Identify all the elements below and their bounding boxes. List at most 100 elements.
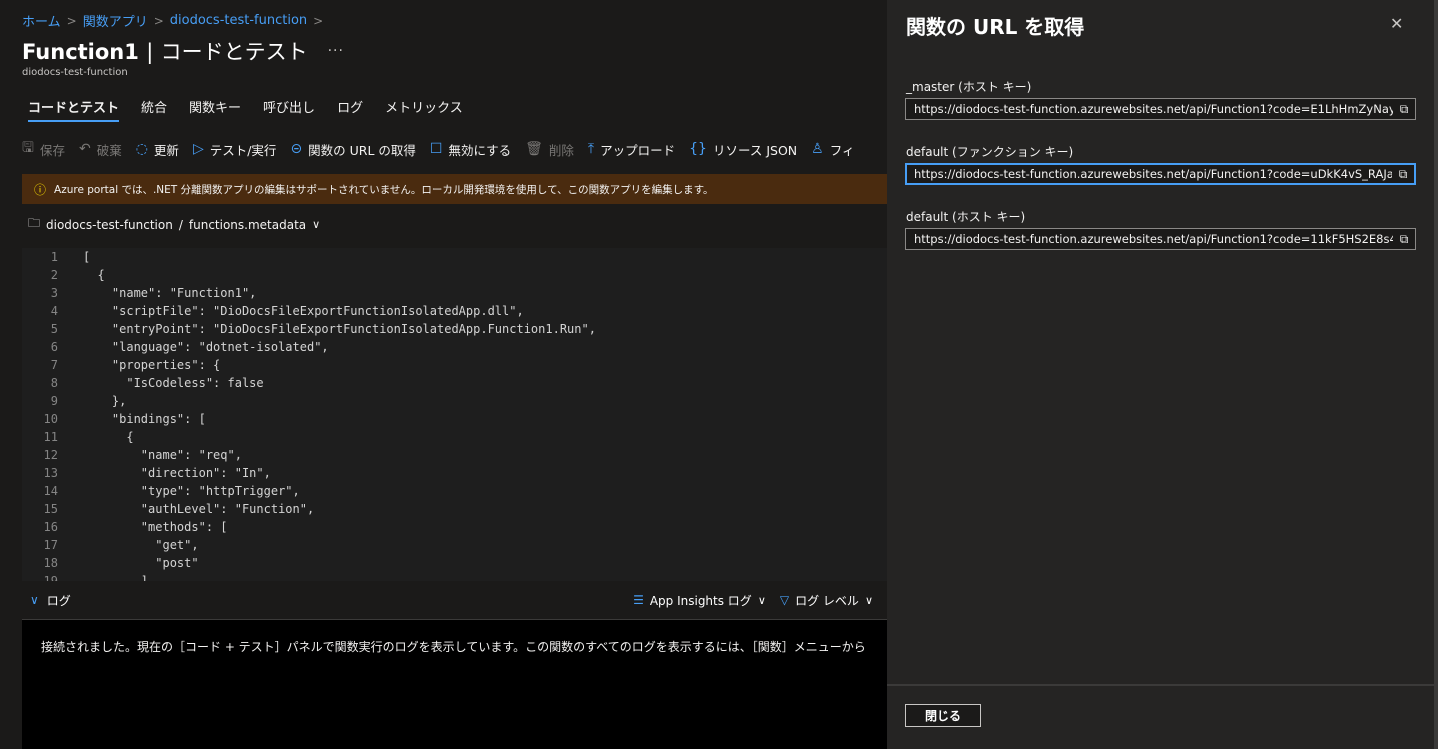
- page-title: Function1 | コードとテスト: [22, 36, 308, 66]
- chevron-down-icon: ∨: [864, 593, 873, 607]
- close-icon[interactable]: ✕: [1390, 14, 1403, 33]
- get-function-url-button[interactable]: ⊝ 関数の URL の取得: [290, 140, 415, 159]
- chevron-down-icon: ∨: [30, 593, 39, 607]
- function-editor-page: ホーム > 関数アプリ > diodocs-test-function > Fu…: [0, 0, 887, 749]
- code-text: "bindings": [: [83, 412, 206, 426]
- disable-label: 無効にする: [448, 142, 512, 158]
- filter-icon: ▽: [779, 593, 790, 607]
- log-message: 接続されました。現在の［コード + テスト］パネルで関数実行のログを表示していま…: [41, 640, 866, 654]
- warning-icon: ⓘ: [34, 182, 47, 197]
- refresh-label: 更新: [153, 142, 179, 158]
- disable-button[interactable]: ☐ 無効にする: [430, 140, 511, 159]
- code-text: "language": "dotnet-isolated",: [83, 340, 329, 354]
- tab-invocations[interactable]: 呼び出し: [263, 97, 315, 122]
- file-path-selector[interactable]: 🗀 diodocs-test-function / functions.meta…: [28, 214, 320, 235]
- log-toolbar: ∨ ログ ☰ App Insights ログ ∨ ▽ ログ レベル ∨: [22, 584, 887, 616]
- log-controls: ☰ App Insights ログ ∨ ▽ ログ レベル ∨: [619, 592, 873, 609]
- copy-icon[interactable]: ⧉: [1392, 167, 1414, 182]
- folder-icon: 🗀: [28, 216, 41, 230]
- code-line: 10 "bindings": [: [22, 410, 887, 428]
- discard-icon: ↶: [78, 141, 91, 157]
- log-toggle[interactable]: ∨ ログ: [30, 592, 71, 609]
- code-text: {: [83, 430, 134, 444]
- code-line: 5 "entryPoint": "DioDocsFileExportFuncti…: [22, 320, 887, 338]
- breadcrumb-function-apps[interactable]: 関数アプリ: [83, 11, 148, 30]
- file-path-folder: diodocs-test-function: [46, 217, 173, 232]
- code-line: 18 "post": [22, 554, 887, 572]
- default-function-key-url-field[interactable]: https://diodocs-test-function.azurewebsi…: [905, 163, 1416, 185]
- tab-logs[interactable]: ログ: [337, 97, 363, 122]
- line-number: 11: [43, 430, 58, 444]
- code-text: "name": "req",: [83, 448, 242, 462]
- feedback-label: フィ: [829, 142, 855, 158]
- line-number: 15: [43, 502, 58, 516]
- window-border: [1434, 0, 1438, 749]
- code-line: 9 },: [22, 392, 887, 410]
- save-button[interactable]: 🖫 保存: [22, 137, 65, 161]
- discard-label: 破棄: [96, 142, 122, 158]
- code-text: "entryPoint": "DioDocsFileExportFunction…: [83, 322, 596, 336]
- log-console: 接続されました。現在の［コード + テスト］パネルで関数実行のログを表示していま…: [22, 619, 887, 749]
- code-text: "direction": "In",: [83, 466, 271, 480]
- app-insights-log-label: App Insights ログ: [649, 593, 752, 608]
- delete-button[interactable]: 🗑 削除: [525, 140, 574, 159]
- log-level-dropdown[interactable]: ▽ ログ レベル ∨: [780, 592, 873, 609]
- link-icon: ⊝: [290, 141, 303, 157]
- code-line: 12 "name": "req",: [22, 446, 887, 464]
- code-text: ],: [83, 574, 156, 581]
- line-number: 14: [43, 484, 58, 498]
- copy-icon[interactable]: ⧉: [1393, 102, 1415, 117]
- more-options-button[interactable]: ···: [328, 43, 344, 59]
- feedback-button[interactable]: ♙ フィ: [811, 140, 854, 159]
- discard-button[interactable]: ↶ 破棄: [79, 140, 122, 159]
- code-text: "IsCodeless": false: [83, 376, 264, 390]
- command-bar: 🖫 保存 ↶ 破棄 ◌ 更新 ▷ テスト/実行 ⊝ 関数の URL の取得 ☐ 無効にする …: [22, 137, 868, 161]
- close-button[interactable]: 閉じる: [905, 704, 981, 727]
- tab-code-test[interactable]: コードとテスト: [28, 97, 120, 122]
- json-icon: {}: [689, 141, 707, 157]
- code-text: "name": "Function1",: [83, 286, 257, 300]
- line-number: 16: [43, 520, 58, 534]
- code-line: 11 {: [22, 428, 887, 446]
- breadcrumb-separator: >: [313, 13, 324, 28]
- default-host-key-url: https://diodocs-test-function.azurewebsi…: [914, 232, 1393, 246]
- code-text: "type": "httpTrigger",: [83, 484, 300, 498]
- refresh-button[interactable]: ◌ 更新: [136, 140, 179, 159]
- line-number: 2: [50, 268, 58, 282]
- default-host-key-url-field[interactable]: https://diodocs-test-function.azurewebsi…: [905, 228, 1416, 250]
- breadcrumb-home[interactable]: ホーム: [22, 11, 61, 30]
- code-line: 13 "direction": "In",: [22, 464, 887, 482]
- file-path-separator: /: [178, 217, 183, 232]
- code-text: "methods": [: [83, 520, 228, 534]
- breadcrumb-app[interactable]: diodocs-test-function: [170, 13, 307, 28]
- tab-function-keys[interactable]: 関数キー: [189, 97, 241, 122]
- log-level-label: ログ レベル: [795, 593, 859, 608]
- breadcrumb-separator: >: [66, 13, 77, 28]
- app-insights-log-dropdown[interactable]: ☰ App Insights ログ ∨: [633, 592, 766, 609]
- warning-text: Azure portal では、.NET 分離関数アプリの編集はサポートされてい…: [54, 183, 714, 196]
- line-number: 8: [50, 376, 58, 390]
- line-number: 7: [50, 358, 58, 372]
- tab-metrics[interactable]: メトリックス: [385, 97, 463, 122]
- tab-bar: コードとテスト 統合 関数キー 呼び出し ログ メトリックス: [28, 97, 485, 122]
- master-host-key-label: _master (ホスト キー): [906, 80, 1032, 94]
- page-title-sub: コードとテスト: [160, 40, 308, 64]
- code-line: 17 "get",: [22, 536, 887, 554]
- page-title-main: Function1: [22, 40, 139, 64]
- code-line: 14 "type": "httpTrigger",: [22, 482, 887, 500]
- code-line: 16 "methods": [: [22, 518, 887, 536]
- line-number: 12: [43, 448, 58, 462]
- code-editor[interactable]: 1[ 2 { 3 "name": "Function1", 4 "scriptF…: [22, 248, 887, 581]
- line-number: 10: [43, 412, 58, 426]
- tab-integration[interactable]: 統合: [141, 97, 167, 122]
- default-function-key-label: default (ファンクション キー): [906, 145, 1074, 159]
- code-line: 2 {: [22, 266, 887, 284]
- copy-icon[interactable]: ⧉: [1393, 232, 1415, 247]
- test-run-button[interactable]: ▷ テスト/実行: [193, 140, 277, 159]
- master-host-key-url-field[interactable]: https://diodocs-test-function.azurewebsi…: [905, 98, 1416, 120]
- line-number: 1: [50, 250, 58, 264]
- resource-json-button[interactable]: {} リソース JSON: [689, 140, 797, 159]
- line-number: 17: [43, 538, 58, 552]
- upload-button[interactable]: ⤒ アップロード: [588, 140, 675, 159]
- code-text: [: [83, 250, 91, 264]
